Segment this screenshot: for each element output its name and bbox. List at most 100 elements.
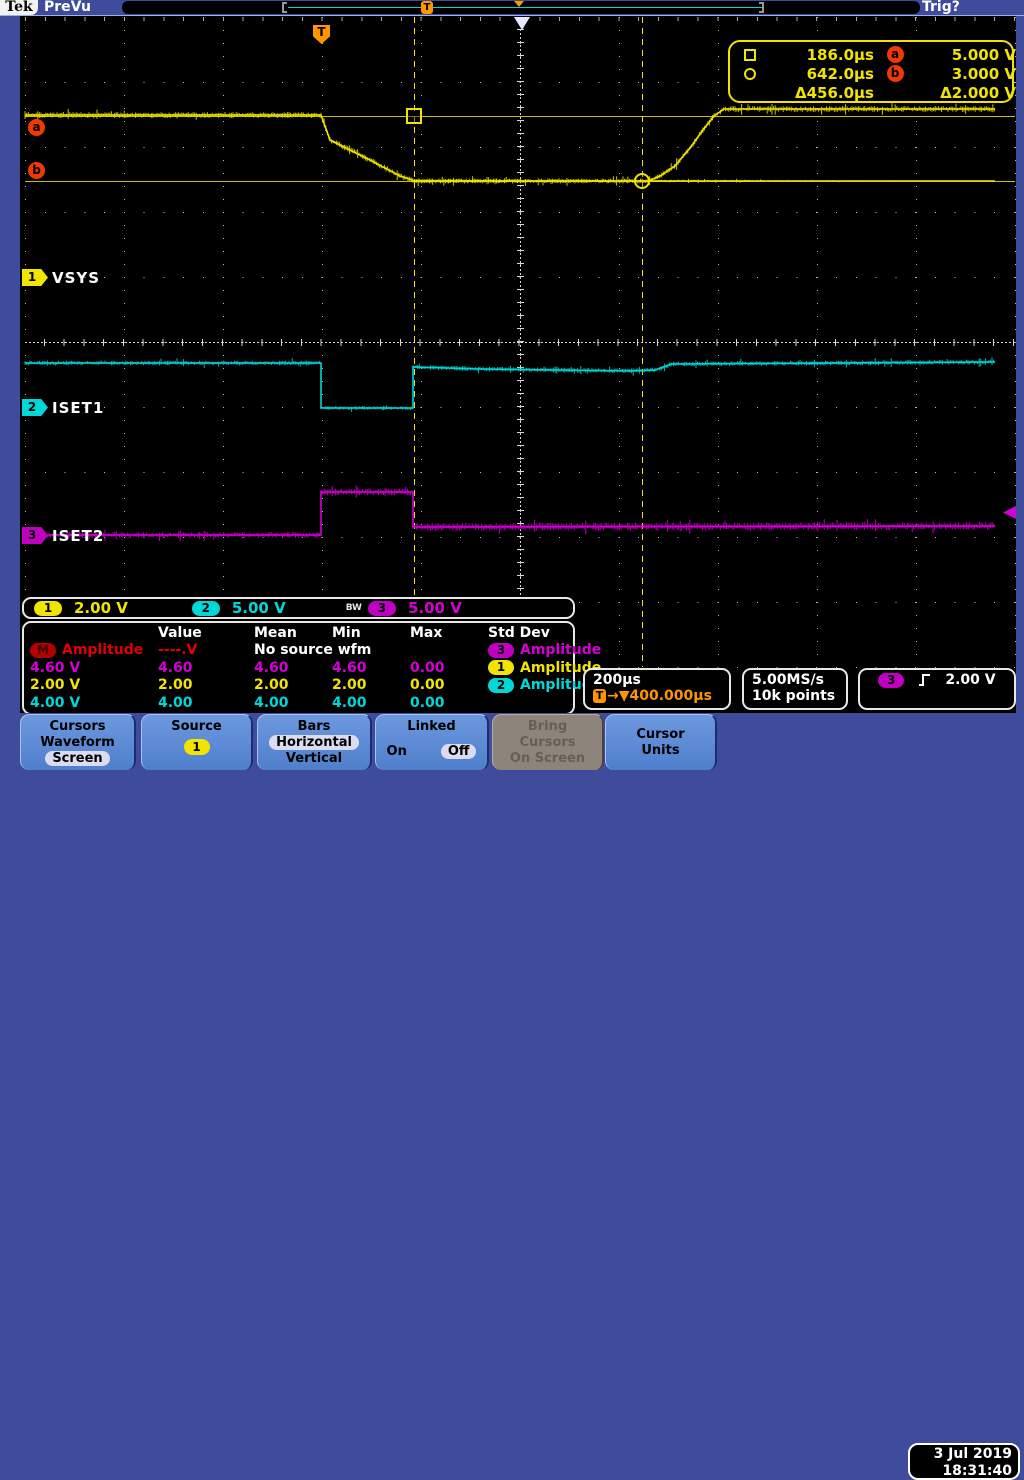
timebase-scale: 200µs: [593, 672, 641, 688]
trigger-delay-readout: T →▼ 400.000µs: [593, 688, 721, 704]
source-channel-badge: 1: [183, 739, 210, 755]
cursor-units-button[interactable]: Cursor Units: [605, 714, 717, 770]
trigger-level-arrow-icon: [1003, 506, 1016, 519]
meas-name: Amplitude: [62, 642, 144, 659]
cursor-a-badge-icon: a: [886, 46, 904, 63]
meas-note: No source wfm: [254, 642, 372, 659]
cursors-mode-button[interactable]: Cursors Waveform Screen: [20, 714, 136, 770]
wave-record-view: T: [122, 1, 920, 14]
channel-3-scale: 5.00 V: [407, 599, 462, 617]
time-label: 18:31:40: [942, 1463, 1012, 1479]
channel-2-badge: 2: [191, 600, 220, 616]
button-line: On Screen: [509, 751, 586, 766]
button-line: Units: [641, 743, 680, 758]
channel-1-label: VSYS: [52, 269, 101, 287]
channel-2-ground-marker: 2: [22, 399, 48, 416]
meas-std: 0.00: [410, 677, 445, 694]
button-line: Bring: [527, 719, 568, 734]
channel-2-label: ISET1: [52, 399, 105, 417]
trigger-source-badge: 3: [878, 672, 905, 688]
button-line: Linked: [407, 719, 456, 734]
cursor-b-badge-icon: b: [886, 65, 904, 82]
channel-2-badge: 2: [488, 677, 514, 693]
meas-header-mean: Mean: [254, 624, 297, 641]
record-window-right-bracket: [759, 2, 764, 13]
cursor-a-voltage: 5.000 V: [951, 45, 1016, 64]
meas-min: 4.00: [254, 694, 289, 711]
button-line: Waveform: [40, 735, 115, 750]
cursor-a-time: 186.0µs: [806, 45, 874, 64]
linked-off-option: Off: [440, 744, 477, 759]
meas-header-max: Max: [410, 624, 443, 641]
trigger-point-flag-icon: T: [313, 25, 330, 44]
cursor-readout-box: 186.0µs a 5.000 V 642.0µs b 3.000 V Δ456…: [728, 40, 1016, 103]
linked-button[interactable]: Linked On Off: [375, 714, 489, 770]
soft-menu-bar: Cursors Waveform Screen Source 1 Bars Ho…: [0, 713, 1024, 1480]
cursor-b-time: 642.0µs: [806, 64, 874, 83]
channel-3-badge: 3: [488, 642, 514, 658]
math-badge: M: [30, 642, 56, 658]
meas-value: 4.00 V: [30, 694, 81, 711]
record-waveform-line: [288, 7, 762, 8]
cursor-a-square-icon: [744, 48, 756, 61]
sample-rate: 5.00MS/s: [752, 672, 825, 688]
rising-edge-icon: [919, 674, 931, 686]
channel-scale-bar: 1 2.00 V 2 5.00 V BW 3 5.00 V: [22, 597, 575, 619]
meas-header-stddev: Std Dev: [488, 624, 550, 641]
source-button[interactable]: Source 1: [141, 714, 253, 770]
meas-max: 4.00: [332, 694, 367, 711]
channel-3-ground-marker: 3: [22, 527, 48, 544]
button-line: Cursor: [636, 727, 685, 742]
trigger-status-label: Trig?: [922, 0, 960, 15]
meas-mean: 4.60: [158, 659, 193, 676]
record-expansion-arrow-icon: [514, 1, 524, 7]
measurement-table: Value Mean Min Max Std Dev M Amplitude -…: [22, 621, 601, 715]
date-label: 3 Jul 2019: [933, 1446, 1012, 1462]
cursor-delta-time: Δ456.0µs: [794, 83, 874, 102]
button-line: Bars: [297, 719, 331, 734]
linked-on-option: On: [386, 744, 407, 759]
meas-mean: 4.00: [158, 694, 193, 711]
channel-1-scale: 2.00 V: [74, 599, 128, 617]
meas-row-label: 3 Amplitude: [488, 642, 601, 658]
button-line: Vertical: [285, 751, 343, 766]
cursor-delta-voltage: Δ2.000 V: [940, 83, 1016, 102]
meas-name: Amplitude: [520, 642, 602, 659]
button-line: Cursors: [519, 735, 576, 750]
record-trigger-icon: T: [421, 1, 433, 14]
button-line: Source: [171, 719, 222, 734]
acquisition-mode-label: PreVu: [44, 0, 91, 15]
button-line: Cursors: [49, 719, 106, 734]
timebase-readout: 200µs T →▼ 400.000µs: [583, 668, 731, 710]
channel-2-scale: 5.00 V: [231, 599, 286, 617]
trigger-t-icon: T: [593, 689, 606, 703]
channel-3-label: ISET2: [52, 527, 105, 545]
delay-arrow-icon: →▼: [607, 688, 630, 704]
expansion-point-triangle-icon: [514, 17, 530, 30]
meas-min: 4.60: [254, 659, 289, 676]
meas-min: 2.00: [254, 677, 289, 694]
record-window-left-bracket: [282, 2, 287, 13]
cursor-b-voltage: 3.000 V: [951, 64, 1016, 83]
waveform-display-area: T a b 1 VSYS 2 ISET1 3 ISET2 186.0µs a 5…: [20, 16, 1016, 715]
title-bar: Tek PreVu T Trig?: [0, 0, 1024, 15]
bring-cursors-button: Bring Cursors On Screen: [492, 714, 604, 770]
channel-3-badge: 3: [367, 600, 396, 616]
meas-mean: 2.00: [158, 677, 193, 694]
meas-value: 4.60 V: [30, 659, 81, 676]
datetime-display: 3 Jul 2019 18:31:40: [908, 1443, 1020, 1480]
selected-option: Horizontal: [269, 735, 359, 750]
meas-max: 4.60: [332, 659, 367, 676]
cursor-a-badge: a: [28, 119, 45, 136]
tek-logo: Tek: [0, 0, 38, 15]
bars-button[interactable]: Bars Horizontal Vertical: [257, 714, 372, 770]
channel-1-ground-marker: 1: [22, 269, 48, 286]
trigger-level-value: 2.00 V: [945, 672, 996, 688]
meas-std: 0.00: [410, 694, 445, 711]
selected-option: Screen: [45, 751, 110, 766]
cursor-b-circle-icon: [744, 67, 756, 80]
record-length: 10k points: [752, 688, 836, 704]
meas-std: 0.00: [410, 659, 445, 676]
acquisition-readout: 5.00MS/s 10k points: [742, 668, 848, 710]
trigger-readout: 3 2.00 V: [858, 668, 1016, 710]
